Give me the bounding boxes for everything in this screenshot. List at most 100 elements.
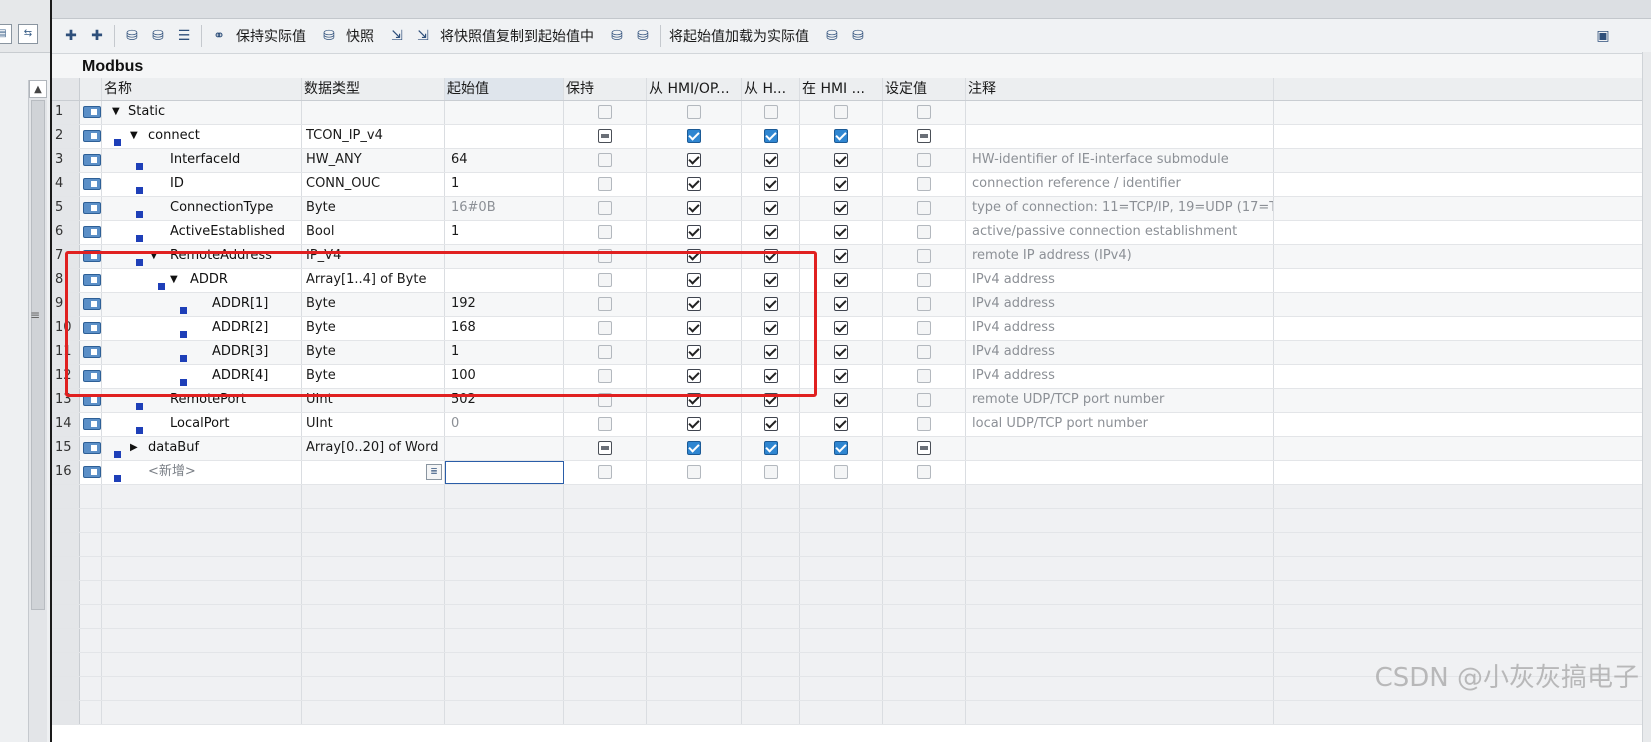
accessible-from-hmi-opc-checkbox[interactable] xyxy=(687,345,701,359)
table-row[interactable]: 13 RemotePort UInt 502 remote UDP/TCP port n… xyxy=(52,389,1651,413)
comment-cell[interactable]: active/passive connection establishment xyxy=(966,221,1274,244)
comment-cell[interactable]: IPv4 address xyxy=(966,365,1274,388)
table-row[interactable]: 3 InterfaceId HW_ANY 64 HW-identifier of IE-… xyxy=(52,149,1651,173)
retain-checkbox[interactable] xyxy=(598,225,612,239)
visible-in-hmi-checkbox[interactable] xyxy=(834,273,848,287)
comment-cell[interactable]: IPv4 address xyxy=(966,293,1274,316)
retain-checkbox[interactable] xyxy=(598,321,612,335)
retain-checkbox[interactable] xyxy=(598,297,612,311)
visible-in-hmi-checkbox[interactable] xyxy=(834,297,848,311)
monitor-glasses-icon[interactable]: ⚭ xyxy=(209,26,229,46)
accessible-from-hmi-opc-checkbox[interactable] xyxy=(687,177,701,191)
comment-cell[interactable]: type of connection: 11=TCP/IP, 19=UDP (1… xyxy=(966,197,1274,220)
comment-cell[interactable] xyxy=(966,101,1274,124)
retain-checkbox[interactable] xyxy=(598,393,612,407)
right-scrollbar[interactable] xyxy=(1642,52,1651,742)
setpoint-checkbox[interactable] xyxy=(917,465,931,479)
name-cell[interactable]: ADDR[1] xyxy=(102,293,302,316)
writable-from-hmi-checkbox[interactable] xyxy=(763,345,778,359)
datatype-cell[interactable]: Array[1..4] of Byte xyxy=(302,269,445,292)
table-row[interactable]: 6 ActiveEstablished Bool 1 active/passive co… xyxy=(52,221,1651,245)
visible-in-hmi-checkbox[interactable] xyxy=(834,201,848,215)
comment-cell[interactable]: local UDP/TCP port number xyxy=(966,413,1274,436)
visible-in-hmi-checkbox[interactable] xyxy=(834,441,848,455)
visible-in-hmi-checkbox[interactable] xyxy=(834,225,848,239)
visible-in-hmi-checkbox[interactable] xyxy=(834,393,848,407)
setpoint-checkbox[interactable] xyxy=(917,105,931,119)
comment-cell[interactable] xyxy=(966,125,1274,148)
retain-checkbox[interactable] xyxy=(598,369,612,383)
name-cell[interactable]: InterfaceId xyxy=(102,149,302,172)
header-start-value[interactable]: 起始值 xyxy=(445,78,564,100)
datatype-cell[interactable]: Byte xyxy=(302,365,445,388)
header-datatype[interactable]: 数据类型 xyxy=(302,78,445,100)
writable-from-hmi-checkbox[interactable] xyxy=(763,249,778,263)
setpoint-checkbox[interactable] xyxy=(917,225,931,239)
scroll-thumb[interactable] xyxy=(31,100,45,610)
visible-in-hmi-checkbox[interactable] xyxy=(834,153,848,167)
table-row[interactable]: 1 ▼ Static xyxy=(52,101,1651,125)
header-comment[interactable]: 注释 xyxy=(966,78,1274,100)
retain-checkbox[interactable] xyxy=(598,273,612,287)
setpoint-checkbox[interactable] xyxy=(917,321,931,335)
comment-cell[interactable]: remote UDP/TCP port number xyxy=(966,389,1274,412)
table-row[interactable]: 10 ADDR[2] Byte 168 IPv4 address xyxy=(52,317,1651,341)
list-view-icon[interactable]: ☰ xyxy=(174,26,194,46)
visible-in-hmi-checkbox[interactable] xyxy=(834,345,848,359)
name-cell[interactable]: ADDR[4] xyxy=(102,365,302,388)
accessible-from-hmi-opc-checkbox[interactable] xyxy=(687,297,701,311)
comment-cell[interactable]: connection reference / identifier xyxy=(966,173,1274,196)
datatype-cell[interactable]: UInt xyxy=(302,389,445,412)
start-value-cell[interactable] xyxy=(445,269,564,292)
accessible-from-hmi-opc-checkbox[interactable] xyxy=(687,249,701,263)
start-value-cell[interactable]: 100 xyxy=(445,365,564,388)
snapshot-load-icon[interactable]: ⇲ xyxy=(413,26,433,46)
snapshot-button[interactable]: 快照 xyxy=(346,26,374,46)
accessible-from-hmi-opc-checkbox[interactable] xyxy=(687,465,701,479)
start-value-cell[interactable] xyxy=(445,245,564,268)
datatype-cell[interactable]: Byte xyxy=(302,293,445,316)
name-cell[interactable]: RemotePort xyxy=(102,389,302,412)
writable-from-hmi-checkbox[interactable] xyxy=(763,369,778,383)
visible-in-hmi-checkbox[interactable] xyxy=(834,465,848,479)
copy-snapshot-to-start-button[interactable]: 将快照值复制到起始值中 xyxy=(440,26,594,46)
setpoint-checkbox[interactable] xyxy=(917,129,931,143)
db-edit-icon[interactable]: ⛁ xyxy=(148,26,168,46)
datatype-cell[interactable]: CONN_OUC xyxy=(302,173,445,196)
scroll-up-icon[interactable]: ▲ xyxy=(29,80,47,98)
accessible-from-hmi-opc-checkbox[interactable] xyxy=(687,225,701,239)
retain-checkbox[interactable] xyxy=(598,441,612,455)
setpoint-checkbox[interactable] xyxy=(917,273,931,287)
db-upload-icon[interactable]: ⛁ xyxy=(848,26,868,46)
left-scrollbar[interactable]: ▲ xyxy=(28,80,47,742)
writable-from-hmi-checkbox[interactable] xyxy=(763,297,778,311)
writable-from-hmi-checkbox[interactable] xyxy=(763,225,778,239)
expand-arrow-down-icon[interactable]: ▼ xyxy=(112,101,120,123)
start-value-cell[interactable]: 192 xyxy=(445,293,564,316)
visible-in-hmi-checkbox[interactable] xyxy=(834,105,848,119)
accessible-from-hmi-opc-checkbox[interactable] xyxy=(687,201,701,215)
name-cell[interactable]: ▼ ADDR xyxy=(102,269,302,292)
table-row[interactable]: 4 ID CONN_OUC 1 connection reference / ident… xyxy=(52,173,1651,197)
insert-row-icon[interactable]: ✚ xyxy=(61,26,81,46)
retain-checkbox[interactable] xyxy=(598,249,612,263)
datatype-cell[interactable]: Array[0..20] of Word xyxy=(302,437,445,460)
visible-in-hmi-checkbox[interactable] xyxy=(834,177,848,191)
datatype-cell[interactable] xyxy=(302,101,445,124)
writable-from-hmi-checkbox[interactable] xyxy=(763,417,778,431)
comment-cell[interactable] xyxy=(966,437,1274,460)
setpoint-checkbox[interactable] xyxy=(917,369,931,383)
table-row[interactable]: 9 ADDR[1] Byte 192 IPv4 address xyxy=(52,293,1651,317)
name-cell[interactable]: ID xyxy=(102,173,302,196)
setpoint-checkbox[interactable] xyxy=(917,249,931,263)
table-row[interactable]: 16 <新增> ≣ xyxy=(52,461,1651,485)
writable-from-hmi-checkbox[interactable] xyxy=(763,465,778,479)
splitter-grip-icon[interactable]: ≡ xyxy=(30,308,40,322)
retain-checkbox[interactable] xyxy=(598,177,612,191)
db-refresh-icon[interactable]: ⛁ xyxy=(122,26,142,46)
header-name[interactable]: 名称 xyxy=(102,78,302,100)
start-value-cell[interactable] xyxy=(445,101,564,124)
setpoint-checkbox[interactable] xyxy=(917,201,931,215)
datatype-cell[interactable]: Byte xyxy=(302,197,445,220)
accessible-from-hmi-opc-checkbox[interactable] xyxy=(687,321,701,335)
